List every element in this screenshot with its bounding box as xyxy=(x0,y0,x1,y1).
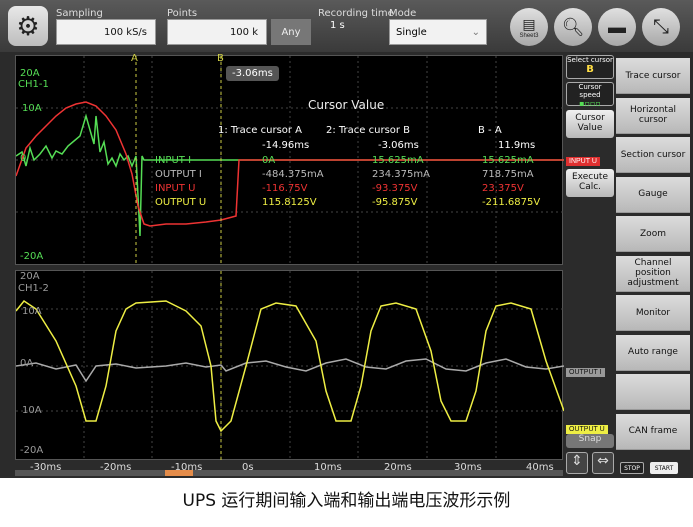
select-cursor-button[interactable]: Select cursor B xyxy=(566,55,614,79)
recording-time-label: Recording time xyxy=(318,8,394,19)
cv-header-b: 2: Trace cursor B xyxy=(326,125,411,136)
cv-row-name: OUTPUT I xyxy=(155,169,202,180)
plot2-y-lower: 10A xyxy=(22,405,42,416)
input-u-tag: INPUT U xyxy=(566,157,600,166)
cursor-b-label: B xyxy=(217,53,224,64)
cv-row-a: 0A xyxy=(262,155,276,166)
plot2-y-upper: 10A xyxy=(22,306,42,317)
toolbar: ⚙ Sampling 100 kS/s Points 100 k Any Rec… xyxy=(0,0,693,52)
scroll-thumb[interactable] xyxy=(165,470,193,476)
speed-indicator-icon: ▪▫▫▫ xyxy=(579,99,601,108)
menu-item[interactable]: Gauge xyxy=(616,176,690,213)
points-label: Points xyxy=(167,8,198,19)
vertical-arrows-icon: ⇕ xyxy=(571,453,583,469)
cv-row-b: -93.375V xyxy=(372,183,418,194)
menu-item[interactable]: Auto range xyxy=(616,334,690,371)
cursor-value-title: Cursor Value xyxy=(308,98,385,112)
folder-button[interactable]: ▬ xyxy=(598,8,636,46)
plot1-ch-label: CH1-1 xyxy=(18,79,49,90)
any-button[interactable]: Any xyxy=(271,19,311,45)
mode-label: Mode xyxy=(389,8,417,19)
chevron-down-icon: ⌄ xyxy=(471,26,480,38)
horizontal-arrows-icon: ⇔ xyxy=(597,453,609,469)
figure-caption: UPS 运行期间输入端和输出端电压波形示例 xyxy=(182,491,511,511)
menu-item[interactable]: CAN frame xyxy=(616,413,690,450)
settings-gear-button[interactable]: ⚙ xyxy=(8,6,48,46)
menu-item[interactable]: Channel position adjustment xyxy=(616,255,690,292)
snap-button[interactable]: Snap xyxy=(566,434,614,448)
plot2-y-top: 20A xyxy=(20,271,40,282)
search-button[interactable]: 🔍︎ xyxy=(554,8,592,46)
menu-item[interactable] xyxy=(616,374,690,410)
plot1-y-top: 20A xyxy=(20,68,40,79)
menu-item[interactable]: Trace cursor xyxy=(616,58,690,94)
plot-lower-svg xyxy=(15,271,565,461)
cv-row-ba: 718.75mA xyxy=(482,169,534,180)
start-button[interactable]: START xyxy=(650,462,678,474)
stop-button[interactable]: STOP xyxy=(620,462,644,474)
plot1-y-mid: 10A xyxy=(22,103,42,114)
recording-time-value[interactable]: 1 s xyxy=(330,20,345,31)
menu-item[interactable]: Monitor xyxy=(616,295,690,331)
vertical-arrows-button[interactable]: ⇕ xyxy=(566,452,588,474)
cursor-value-button[interactable]: Cursor Value xyxy=(566,110,614,138)
search-icon: 🔍︎ xyxy=(561,16,585,37)
plot2-y-zero: 0A xyxy=(20,358,34,369)
cursor-b-readout: -3.06ms xyxy=(226,66,279,81)
plot2-y-bottom: -20A xyxy=(20,445,44,456)
cv-time-ba: 11.9ms xyxy=(498,140,536,151)
cv-row-name: INPUT I xyxy=(155,155,192,166)
plot-upper[interactable] xyxy=(15,55,564,266)
recorder-screen: ⚙ Sampling 100 kS/s Points 100 k Any Rec… xyxy=(0,0,693,478)
select-cursor-value: B xyxy=(586,64,594,75)
plot-lower[interactable] xyxy=(15,270,565,461)
horizontal-arrows-button[interactable]: ⇔ xyxy=(592,452,614,474)
select-cursor-label: Select cursor xyxy=(567,56,613,64)
mode-value: Single xyxy=(396,26,427,38)
plot1-y-bottom: -20A xyxy=(20,251,44,262)
execute-calc-button[interactable]: Execute Calc. xyxy=(566,169,614,197)
sampling-label: Sampling xyxy=(56,8,103,19)
time-scrollbar[interactable] xyxy=(15,470,563,476)
sampling-field[interactable]: 100 kS/s xyxy=(56,19,156,45)
cv-row-a: -484.375mA xyxy=(262,169,324,180)
cv-row-ba: 15.625mA xyxy=(482,155,534,166)
expand-arrows-icon: ⤡ xyxy=(653,15,669,38)
cursor-speed-label: Cursor speed xyxy=(578,83,602,99)
cv-row-ba: 23.375V xyxy=(482,183,524,194)
folder-icon: ▬ xyxy=(608,16,626,37)
gear-icon: ⚙ xyxy=(16,10,40,41)
cv-time-a: -14.96ms xyxy=(262,140,310,151)
cv-row-b: 234.375mA xyxy=(372,169,430,180)
cv-row-b: -95.875V xyxy=(372,197,418,208)
cv-row-ba: -211.6875V xyxy=(482,197,541,208)
plot1-y-zero: 0 xyxy=(20,153,27,164)
mode-select[interactable]: Single ⌄ xyxy=(389,19,487,45)
expand-button[interactable]: ⤡ xyxy=(642,8,680,46)
cursor-a-label: A xyxy=(131,53,138,64)
cursor-speed-button[interactable]: Cursor speed ▪▫▫▫ xyxy=(566,82,614,108)
cv-time-b: -3.06ms xyxy=(378,140,419,151)
cv-row-name: OUTPUT U xyxy=(155,197,207,208)
menu-item[interactable]: Section cursor xyxy=(616,137,690,173)
menu-item[interactable]: Zoom xyxy=(616,216,690,252)
cv-header-ba: B - A xyxy=(478,125,502,136)
cv-row-a: 115.8125V xyxy=(262,197,317,208)
output-u-tag: OUTPUT U xyxy=(566,425,608,434)
menu-item[interactable]: Horizontal cursor xyxy=(616,97,690,134)
cv-row-name: INPUT U xyxy=(155,183,196,194)
cv-row-a: -116.75V xyxy=(262,183,308,194)
output-i-tag: OUTPUT I xyxy=(566,368,605,377)
cv-header-a: 1: Trace cursor A xyxy=(218,125,303,136)
points-field[interactable]: 100 k xyxy=(167,19,267,45)
sheet-label: Sheet3 xyxy=(519,32,539,39)
cv-row-b: 15.625mA xyxy=(372,155,424,166)
sheet-button[interactable]: ▤ Sheet3 xyxy=(510,8,548,46)
sheet-icon: ▤ xyxy=(522,15,536,32)
plot2-ch-label: CH1-2 xyxy=(18,283,49,294)
